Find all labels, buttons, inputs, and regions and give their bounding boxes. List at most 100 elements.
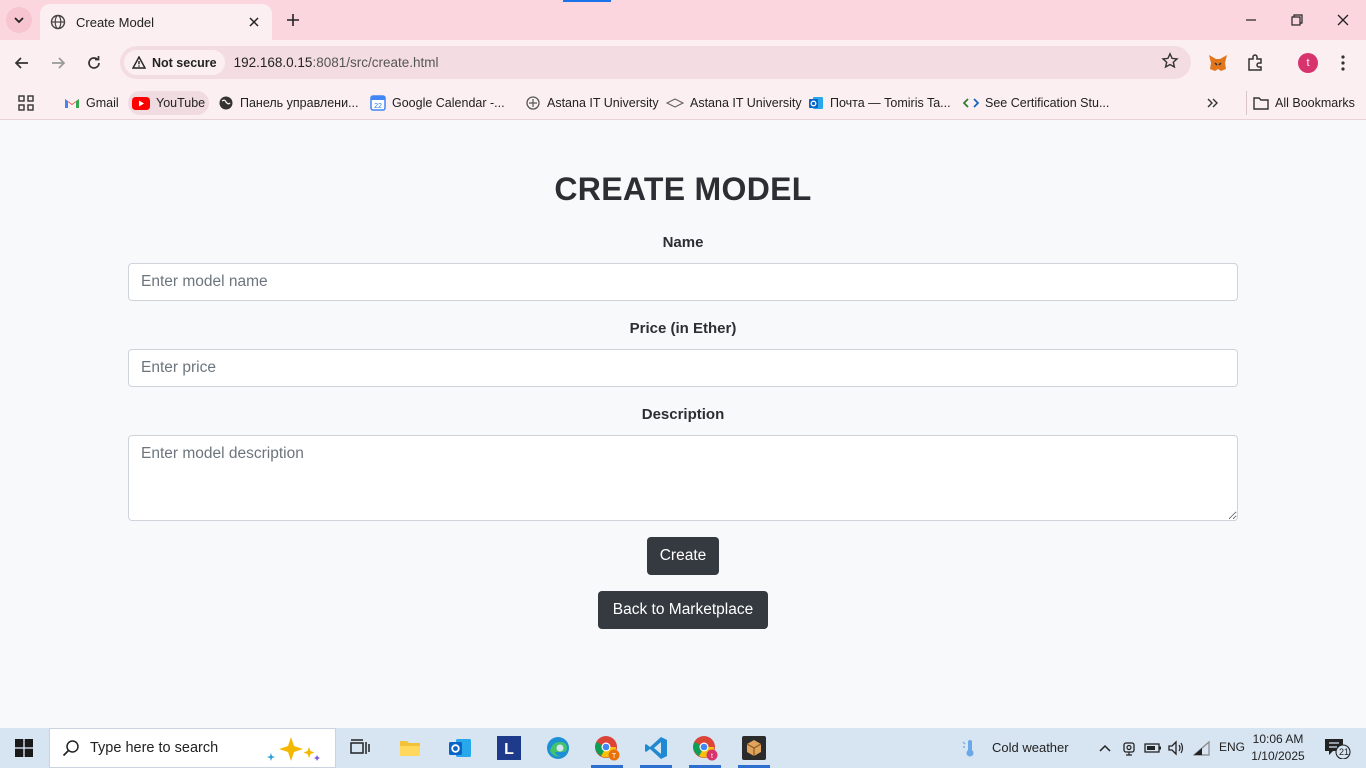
weather-text[interactable]: Cold weather xyxy=(992,740,1069,755)
edge-browser-icon[interactable] xyxy=(534,728,582,768)
svg-text:L: L xyxy=(504,741,514,758)
notification-count: 21 xyxy=(1338,747,1349,757)
windows-logo-icon xyxy=(15,739,33,757)
svg-text:t: t xyxy=(711,753,713,760)
tab-create-model[interactable]: Create Model xyxy=(40,4,272,40)
bookmark-gmail[interactable]: Gmail xyxy=(60,91,123,115)
volume-icon[interactable] xyxy=(1166,738,1186,758)
profile-avatar[interactable]: t xyxy=(1296,51,1320,75)
bookmark-astana-it-2[interactable]: Astana IT University xyxy=(662,91,806,115)
chevron-down-icon xyxy=(14,17,24,24)
description-textarea[interactable] xyxy=(128,435,1238,521)
apps-grid-icon[interactable] xyxy=(14,91,38,115)
bookmark-panel[interactable]: Панель управлени... xyxy=(214,91,362,115)
avatar: t xyxy=(1298,53,1318,73)
taskbar-search-box[interactable]: Type here to search xyxy=(49,728,336,768)
minimize-icon xyxy=(1246,19,1256,21)
clock-date: 1/10/2025 xyxy=(1251,749,1305,763)
bookmark-label: Astana IT University xyxy=(547,96,659,110)
taskbar-search-placeholder: Type here to search xyxy=(90,740,219,756)
close-tab-icon[interactable] xyxy=(246,14,262,30)
code-icon xyxy=(963,97,979,109)
reload-button[interactable] xyxy=(82,51,106,75)
globe-icon xyxy=(50,14,66,30)
bookmark-outlook[interactable]: Почта — Tomiris Ta... xyxy=(804,91,955,115)
clock[interactable]: 10:06 AM 1/10/2025 xyxy=(1246,731,1310,765)
task-view-icon[interactable] xyxy=(336,728,384,768)
bookmark-astana-it-1[interactable]: Astana IT University xyxy=(521,91,663,115)
outlook-icon xyxy=(808,95,824,111)
close-icon xyxy=(1337,14,1349,26)
restore-button[interactable] xyxy=(1285,8,1309,32)
arrow-left-icon xyxy=(14,57,28,69)
extensions-icon[interactable] xyxy=(1243,51,1267,75)
new-tab-button[interactable] xyxy=(282,9,304,31)
price-input[interactable] xyxy=(128,349,1238,387)
svg-text:T: T xyxy=(612,753,617,760)
vscode-icon[interactable] xyxy=(632,728,680,768)
start-button[interactable] xyxy=(0,728,48,768)
notification-center-icon[interactable]: 21 xyxy=(1324,738,1352,759)
university-icon xyxy=(666,97,684,109)
package-app-icon[interactable] xyxy=(730,728,778,768)
bookmark-google-calendar[interactable]: 22 Google Calendar -... xyxy=(366,91,509,115)
url-path: :8081/src/create.html xyxy=(312,55,439,70)
l-app-icon[interactable]: L xyxy=(485,728,533,768)
reload-icon xyxy=(88,56,100,69)
model-name-input[interactable] xyxy=(128,263,1238,301)
arrow-right-icon xyxy=(52,57,66,69)
globe-icon xyxy=(218,95,234,111)
all-bookmarks-folder[interactable]: All Bookmarks xyxy=(1246,91,1359,115)
language-indicator[interactable]: ENG xyxy=(1219,740,1245,754)
clock-time: 10:06 AM xyxy=(1252,732,1304,746)
battery-icon[interactable] xyxy=(1143,738,1163,758)
bookmark-label: Astana IT University xyxy=(690,96,802,110)
folder-icon xyxy=(1253,96,1269,110)
tab-strip: Create Model xyxy=(0,0,1366,40)
menu-kebab-icon[interactable] xyxy=(1331,51,1355,75)
create-button[interactable]: Create xyxy=(647,537,719,575)
bookmark-star-icon[interactable] xyxy=(1161,52,1179,75)
more-bookmarks-chevron-icon[interactable] xyxy=(1202,91,1224,115)
bookmarks-bar: Gmail YouTube Панель управлени... 22 Goo… xyxy=(0,86,1366,120)
network-icon[interactable] xyxy=(1192,738,1212,758)
minimize-button[interactable] xyxy=(1239,8,1263,32)
bookmark-certification[interactable]: See Certification Stu... xyxy=(959,91,1113,115)
bookmark-label: YouTube xyxy=(156,96,206,110)
bookmark-label: Google Calendar -... xyxy=(392,96,505,110)
bookmark-label: See Certification Stu... xyxy=(985,96,1110,110)
tab-search-button[interactable] xyxy=(6,7,32,33)
search-icon xyxy=(62,740,79,757)
weather-thermometer-icon[interactable] xyxy=(960,738,980,758)
page-title: CREATE MODEL xyxy=(554,171,812,207)
svg-text:22: 22 xyxy=(374,103,382,110)
security-label: Not secure xyxy=(152,55,217,70)
address-bar[interactable]: Not secure 192.168.0.15:8081/src/create.… xyxy=(120,46,1191,79)
chrome-profile-2-icon[interactable]: t xyxy=(681,728,729,768)
chevron-up-icon[interactable] xyxy=(1095,738,1115,758)
calendar-icon: 22 xyxy=(370,95,386,111)
back-button[interactable] xyxy=(10,51,34,75)
close-window-button[interactable] xyxy=(1331,8,1355,32)
outlook-app-icon[interactable] xyxy=(436,728,484,768)
bookmark-youtube[interactable]: YouTube xyxy=(128,91,210,115)
metamask-fox-icon[interactable] xyxy=(1206,51,1230,75)
back-to-marketplace-button[interactable]: Back to Marketplace xyxy=(598,591,768,629)
url-text: 192.168.0.15:8081/src/create.html xyxy=(234,55,439,70)
url-host: 192.168.0.15 xyxy=(233,55,313,70)
description-label: Description xyxy=(641,406,725,423)
meet-now-icon[interactable] xyxy=(1119,738,1139,758)
forward-button[interactable] xyxy=(46,51,70,75)
chrome-profile-1-icon[interactable]: T xyxy=(583,728,631,768)
plus-icon xyxy=(287,14,299,26)
bookmark-label: Gmail xyxy=(86,96,119,110)
create-model-page: CREATE MODEL Name Price (in Ether) Descr… xyxy=(0,121,1366,728)
bookmark-label: Панель управлени... xyxy=(240,96,359,110)
browser-toolbar: Not secure 192.168.0.15:8081/src/create.… xyxy=(0,40,1366,86)
security-chip[interactable]: Not secure xyxy=(124,50,225,75)
all-bookmarks-label: All Bookmarks xyxy=(1275,96,1355,110)
name-label: Name xyxy=(662,234,704,251)
top-indicator xyxy=(563,0,611,2)
price-label: Price (in Ether) xyxy=(629,320,737,337)
file-explorer-icon[interactable] xyxy=(386,728,434,768)
